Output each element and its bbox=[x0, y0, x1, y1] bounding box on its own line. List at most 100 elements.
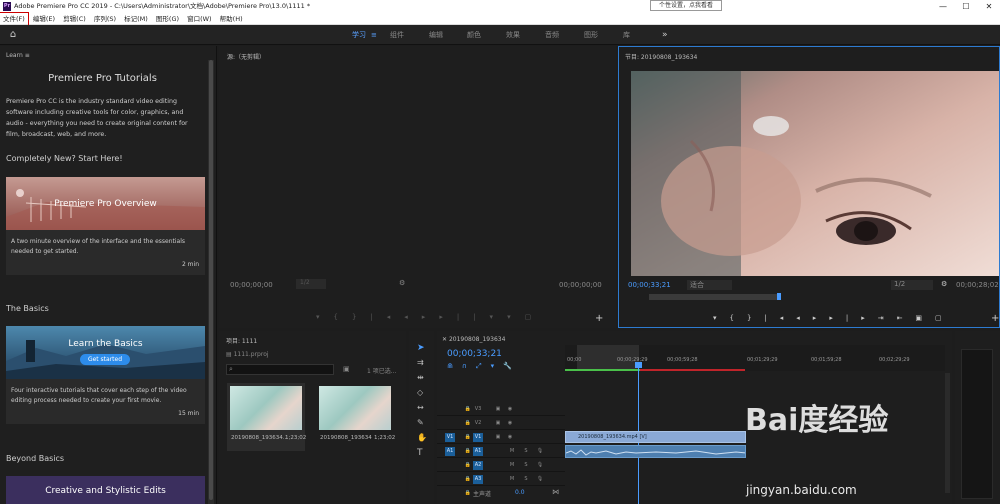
type-tool-icon[interactable]: T bbox=[417, 448, 423, 458]
menu-clip[interactable]: 剪辑(C) bbox=[60, 13, 89, 25]
workspace-graphics[interactable]: 图形 bbox=[584, 25, 598, 45]
workspace-audio[interactable]: 音频 bbox=[545, 25, 559, 45]
close-button[interactable]: ✕ bbox=[978, 0, 1000, 13]
playhead-handle[interactable] bbox=[635, 362, 642, 368]
track-label[interactable]: V1 bbox=[473, 433, 483, 442]
timeline-timecode[interactable]: 00;00;33;21 bbox=[447, 349, 502, 359]
close-tab-icon[interactable]: ✕ bbox=[442, 336, 447, 343]
lock-icon[interactable]: 🔒 bbox=[463, 475, 473, 484]
source-patch-v1[interactable]: V1 bbox=[445, 433, 455, 442]
learn-tab[interactable]: Learn ≡ bbox=[6, 52, 30, 59]
get-started-button[interactable]: Get started bbox=[80, 354, 130, 365]
project-item[interactable]: 20190808_193634... 1;23;02 bbox=[227, 383, 306, 451]
learn-scrollbar[interactable] bbox=[208, 60, 214, 504]
track-label[interactable]: A3 bbox=[473, 475, 483, 484]
sync-lock-icon[interactable]: ▣ bbox=[493, 405, 503, 414]
workspace-menu-icon[interactable]: ≡ bbox=[371, 25, 377, 45]
razor-tool-icon[interactable]: ◇ bbox=[417, 388, 423, 397]
source-transport-controls[interactable]: ▾{}|◂◂▸▸||▾▾▢ bbox=[316, 313, 545, 321]
program-scrub-bar[interactable] bbox=[649, 294, 779, 300]
source-wrench-icon[interactable]: ⚙ bbox=[399, 279, 405, 287]
lock-icon[interactable]: 🔒 bbox=[463, 405, 473, 414]
program-add-button[interactable]: + bbox=[991, 313, 999, 324]
mic-icon[interactable]: 🎙 bbox=[535, 461, 545, 470]
workspace-assembly[interactable]: 组件 bbox=[390, 25, 404, 45]
source-timecode[interactable]: 00;00;00;00 bbox=[230, 281, 273, 289]
master-volume[interactable]: 0.0 bbox=[515, 489, 525, 496]
clip-thumbnail bbox=[230, 386, 302, 430]
workspace-effects[interactable]: 效果 bbox=[506, 25, 520, 45]
sync-lock-icon[interactable]: ▣ bbox=[493, 433, 503, 442]
source-add-button[interactable]: + bbox=[595, 313, 603, 324]
lock-icon[interactable]: 🔒 bbox=[463, 489, 473, 498]
minimize-button[interactable]: — bbox=[932, 0, 954, 13]
workspace-learning[interactable]: 学习 bbox=[352, 25, 366, 45]
learn-scrollbar-thumb[interactable] bbox=[209, 60, 213, 500]
selection-tool-icon[interactable]: ➤ bbox=[417, 343, 425, 353]
tutorial-card-basics[interactable]: Learn the Basics Get started Four intera… bbox=[6, 326, 205, 424]
source-tab[interactable]: 源:（无剪辑） bbox=[227, 52, 265, 61]
track-select-tool-icon[interactable]: ⇉ bbox=[417, 358, 424, 367]
tutorial-card-overview[interactable]: Premiere Pro Overview A two minute overv… bbox=[6, 177, 205, 275]
video-clip[interactable]: 20190808_193634.mp4 [V] bbox=[565, 431, 746, 443]
audio-clip[interactable] bbox=[565, 445, 746, 458]
menu-edit[interactable]: 编辑(E) bbox=[30, 13, 58, 25]
source-patch-a1[interactable]: A1 bbox=[445, 447, 455, 456]
lock-icon[interactable]: 🔒 bbox=[463, 447, 473, 456]
lock-icon[interactable]: 🔒 bbox=[463, 461, 473, 470]
workspace-overflow-icon[interactable]: » bbox=[662, 25, 668, 45]
program-wrench-icon[interactable]: ⚙ bbox=[941, 280, 947, 288]
mute-button[interactable]: M bbox=[507, 475, 517, 484]
mic-icon[interactable]: 🎙 bbox=[535, 475, 545, 484]
menu-window[interactable]: 窗口(W) bbox=[184, 13, 215, 25]
hand-tool-icon[interactable]: ✋ bbox=[417, 433, 427, 442]
menu-file[interactable]: 文件(F) bbox=[0, 12, 29, 26]
track-label[interactable]: A2 bbox=[473, 461, 483, 470]
solo-button[interactable]: S bbox=[521, 475, 531, 484]
workspace-editing[interactable]: 编辑 bbox=[429, 25, 443, 45]
lock-icon[interactable]: 🔒 bbox=[463, 433, 473, 442]
program-timecode[interactable]: 00;00;33;21 bbox=[628, 281, 671, 289]
panel-menu-icon[interactable]: ≡ bbox=[25, 52, 30, 59]
ripple-edit-tool-icon[interactable]: ⇹ bbox=[417, 373, 424, 382]
timeline-vscroll[interactable] bbox=[945, 373, 950, 493]
menu-marker[interactable]: 标记(M) bbox=[121, 13, 151, 25]
track-label[interactable]: A1 bbox=[473, 447, 483, 456]
program-fit-select[interactable]: 适合 bbox=[687, 280, 732, 290]
project-tab[interactable]: 项目: 1111 bbox=[226, 336, 257, 345]
timeline-toolbar-icons[interactable]: ⋒∩⤢▾🔧 bbox=[447, 362, 521, 371]
source-zoom-select[interactable]: 1/2 bbox=[296, 279, 326, 289]
new-bin-icon[interactable]: ▣ bbox=[343, 365, 350, 373]
master-expand-icon[interactable]: ⋈ bbox=[552, 488, 559, 496]
pen-tool-icon[interactable]: ✎ bbox=[417, 418, 424, 427]
workspace-color[interactable]: 颜色 bbox=[467, 25, 481, 45]
program-tab[interactable]: 节目: 20190808_193634 bbox=[625, 52, 697, 61]
eye-icon[interactable]: ◉ bbox=[505, 405, 515, 414]
personalize-tooltip[interactable]: 个性设置，点我看看 bbox=[650, 0, 722, 11]
mic-icon[interactable]: 🎙 bbox=[535, 447, 545, 456]
timeline-ruler[interactable]: 00;00 00;00;29;29 00;00;59;28 00;01;29;2… bbox=[565, 345, 945, 371]
program-transport-controls[interactable]: ▾{}|◂◂▸▸|▸⇥⇤▣▢ bbox=[713, 314, 955, 322]
program-playhead[interactable] bbox=[777, 293, 781, 300]
home-icon[interactable]: ⌂ bbox=[3, 27, 23, 43]
timeline-tab[interactable]: ✕ 20190808_193634 bbox=[442, 336, 505, 343]
project-item[interactable]: 20190808_193634 1;23;02 bbox=[316, 383, 395, 451]
audio-waveform bbox=[566, 449, 745, 456]
solo-button[interactable]: S bbox=[521, 447, 531, 456]
maximize-button[interactable]: ☐ bbox=[955, 0, 977, 13]
project-search-input[interactable]: ⌕ bbox=[226, 364, 334, 375]
lock-icon[interactable]: 🔒 bbox=[463, 419, 473, 428]
solo-button[interactable]: S bbox=[521, 461, 531, 470]
workspace-libraries[interactable]: 库 bbox=[623, 25, 630, 45]
sync-lock-icon[interactable]: ▣ bbox=[493, 419, 503, 428]
program-resolution-select[interactable]: 1/2 bbox=[891, 280, 933, 290]
tutorial-card-creative[interactable]: Creative and Stylistic Edits bbox=[6, 476, 205, 504]
menu-help[interactable]: 帮助(H) bbox=[217, 13, 246, 25]
mute-button[interactable]: M bbox=[507, 447, 517, 456]
eye-icon[interactable]: ◉ bbox=[505, 433, 515, 442]
menu-sequence[interactable]: 序列(S) bbox=[91, 13, 119, 25]
slip-tool-icon[interactable]: ↔ bbox=[417, 403, 424, 412]
menu-graphics[interactable]: 图形(G) bbox=[153, 13, 182, 25]
mute-button[interactable]: M bbox=[507, 461, 517, 470]
eye-icon[interactable]: ◉ bbox=[505, 419, 515, 428]
